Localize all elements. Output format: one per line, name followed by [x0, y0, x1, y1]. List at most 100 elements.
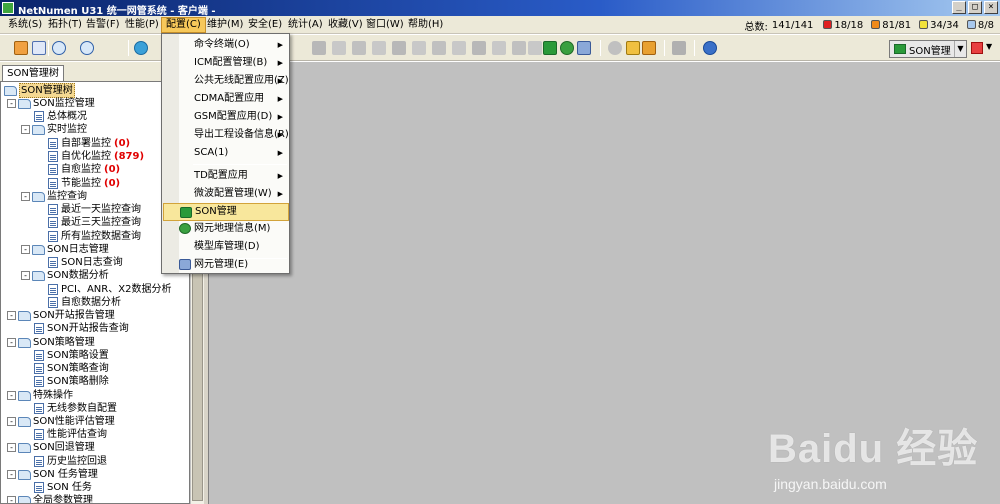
- tool-icon-10[interactable]: [492, 41, 506, 55]
- maximize-button[interactable]: □: [968, 1, 982, 14]
- collapse-icon[interactable]: -: [7, 99, 16, 108]
- tree-node[interactable]: SON 任务: [34, 481, 92, 494]
- son-module-select[interactable]: SON管理 ▼: [889, 40, 967, 58]
- menu-security[interactable]: 安全(E): [244, 17, 286, 33]
- menu-item-common-wireless[interactable]: 公共无线配置应用(Z) ▶: [163, 72, 289, 90]
- tree-node[interactable]: - SON监控管理: [7, 97, 95, 110]
- collapse-icon[interactable]: -: [21, 192, 30, 201]
- collapse-icon[interactable]: -: [7, 496, 16, 503]
- menu-config[interactable]: 配置(C): [161, 17, 206, 33]
- collapse-icon[interactable]: -: [7, 391, 16, 400]
- collapse-icon[interactable]: -: [7, 443, 16, 452]
- tree-node[interactable]: 自部署监控 (0): [48, 137, 130, 150]
- menu-item-icm-config[interactable]: ICM配置管理(B) ▶: [163, 54, 289, 72]
- back-icon[interactable]: [52, 41, 66, 55]
- tree-node[interactable]: PCI、ANR、X2数据分析: [48, 283, 171, 296]
- minimize-button[interactable]: _: [952, 1, 966, 14]
- tree-node[interactable]: - SON 任务管理: [7, 468, 98, 481]
- menu-item-td-config[interactable]: TD配置应用 ▶: [163, 167, 289, 185]
- minor-alarm[interactable]: 34/34: [919, 20, 959, 31]
- tree-node[interactable]: 总体概况: [34, 110, 87, 123]
- menu-item-export-device-info[interactable]: 导出工程设备信息(R) ▶: [163, 126, 289, 144]
- menu-window[interactable]: 窗口(W): [362, 17, 408, 33]
- tool-icon-8[interactable]: [452, 41, 466, 55]
- menu-topology[interactable]: 拓扑(T): [44, 17, 86, 33]
- menu-item-son-management[interactable]: SON管理: [163, 203, 289, 221]
- tree-node[interactable]: SON开站报告查询: [34, 322, 129, 335]
- topology-icon[interactable]: [14, 41, 28, 55]
- tree-node[interactable]: SON管理树: [4, 83, 75, 98]
- tree-node[interactable]: 无线参数自配置: [34, 402, 117, 415]
- tool-icon-16[interactable]: [672, 41, 686, 55]
- collapse-icon[interactable]: -: [7, 311, 16, 320]
- collapse-icon[interactable]: -: [7, 338, 16, 347]
- tree-node[interactable]: 历史监控回退: [34, 455, 107, 468]
- tree-node[interactable]: SON日志查询: [48, 256, 123, 269]
- menu-item-model-library[interactable]: 模型库管理(D): [163, 238, 289, 256]
- collapse-icon[interactable]: -: [7, 417, 16, 426]
- menu-item-ne-geo-info[interactable]: 网元地理信息(M): [163, 220, 289, 238]
- chevron-down-icon[interactable]: ▼: [986, 42, 992, 51]
- tree-node[interactable]: SON策略删除: [34, 375, 109, 388]
- view-icon[interactable]: [32, 41, 46, 55]
- menu-item-microwave-config[interactable]: 微波配置管理(W) ▶: [163, 185, 289, 203]
- tree-node[interactable]: 自优化监控 (879): [48, 150, 144, 163]
- tree-node[interactable]: - SON日志管理: [21, 243, 109, 256]
- tree-node[interactable]: 最近一天监控查询: [48, 203, 141, 216]
- menu-item-command-terminal[interactable]: 命令终端(O) ▶: [163, 36, 289, 54]
- tool-icon-7[interactable]: [432, 41, 446, 55]
- critical-alarm[interactable]: 18/18: [823, 20, 863, 31]
- tree-node[interactable]: SON策略设置: [34, 349, 109, 362]
- menu-alarm[interactable]: 告警(F): [82, 17, 124, 33]
- menu-statistics[interactable]: 统计(A): [284, 17, 327, 33]
- tree-node[interactable]: - 特殊操作: [7, 389, 73, 402]
- tab-son-tree[interactable]: SON管理树: [2, 65, 64, 81]
- major-alarm[interactable]: 81/81: [871, 20, 911, 31]
- forward-icon[interactable]: [80, 41, 94, 55]
- tree-node[interactable]: - SON开站报告管理: [7, 309, 115, 322]
- tool-icon-2[interactable]: [332, 41, 346, 55]
- globe-icon[interactable]: [560, 41, 574, 55]
- tree-node[interactable]: 自愈监控 (0): [48, 163, 120, 176]
- tool-icon-4[interactable]: [372, 41, 386, 55]
- tree-node[interactable]: 自愈数据分析: [48, 296, 121, 309]
- tree-node[interactable]: 最近三天监控查询: [48, 216, 141, 229]
- menu-item-ne-management[interactable]: 网元管理(E): [163, 256, 289, 274]
- tree-node[interactable]: 所有监控数据查询: [48, 230, 141, 243]
- menu-performance[interactable]: 性能(P): [121, 17, 163, 33]
- collapse-icon[interactable]: -: [21, 271, 30, 280]
- close-button[interactable]: ×: [984, 1, 998, 14]
- collapse-icon[interactable]: -: [7, 470, 16, 479]
- tree-node[interactable]: - SON回退管理: [7, 441, 95, 454]
- menu-maintenance[interactable]: 维护(M): [203, 17, 247, 33]
- tool-icon-14[interactable]: [626, 41, 640, 55]
- menu-item-cdma-config[interactable]: CDMA配置应用 ▶: [163, 90, 289, 108]
- tool-icon-1[interactable]: [312, 41, 326, 55]
- tree-node[interactable]: - 全局参数管理: [7, 494, 93, 503]
- menu-item-sca[interactable]: SCA(1) ▶: [163, 144, 289, 162]
- tree-node[interactable]: - SON数据分析: [21, 269, 109, 282]
- tree-node[interactable]: - 监控查询: [21, 190, 87, 203]
- tree-node[interactable]: - 实时监控: [21, 123, 87, 136]
- tree-node[interactable]: 性能评估查询: [34, 428, 107, 441]
- tree-node[interactable]: 节能监控 (0): [48, 177, 120, 190]
- warning-alarm[interactable]: 8/8: [966, 20, 994, 31]
- tool-icon-9[interactable]: [472, 41, 486, 55]
- tree-node[interactable]: SON策略查询: [34, 362, 109, 375]
- menu-system[interactable]: 系统(S): [4, 17, 46, 33]
- help-icon[interactable]: [703, 41, 717, 55]
- refresh-icon[interactable]: [134, 41, 148, 55]
- tool-icon-15[interactable]: [642, 41, 656, 55]
- tool-icon-6[interactable]: [412, 41, 426, 55]
- tool-icon-11[interactable]: [512, 41, 526, 55]
- tree-node[interactable]: - SON策略管理: [7, 336, 95, 349]
- tool-icon-12[interactable]: [528, 41, 542, 55]
- menu-item-gsm-config[interactable]: GSM配置应用(D) ▶: [163, 108, 289, 126]
- close-module-icon[interactable]: [971, 42, 983, 54]
- tool-icon-3[interactable]: [352, 41, 366, 55]
- menu-help[interactable]: 帮助(H): [404, 17, 447, 33]
- tree-node[interactable]: - SON性能评估管理: [7, 415, 115, 428]
- collapse-icon[interactable]: -: [21, 245, 30, 254]
- son-icon[interactable]: [543, 41, 557, 55]
- collapse-icon[interactable]: -: [21, 125, 30, 134]
